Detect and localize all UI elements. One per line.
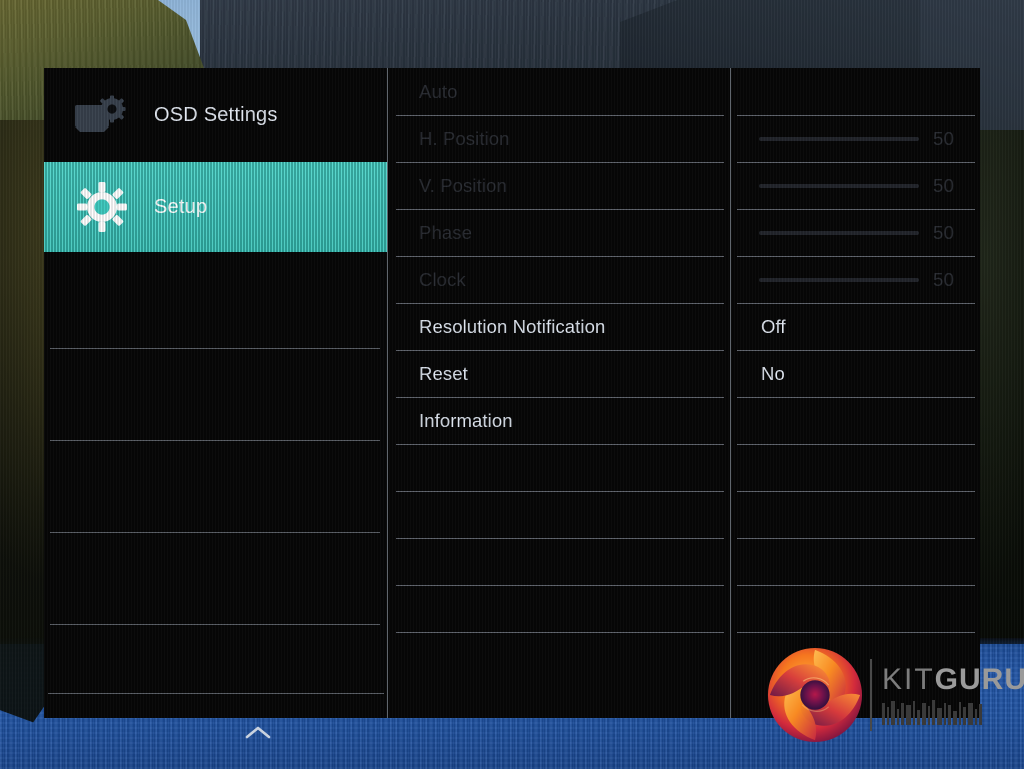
value-text: No xyxy=(761,362,785,384)
value-row-empty xyxy=(731,444,980,491)
gear-icon xyxy=(64,181,140,233)
sidebar-separator xyxy=(50,348,380,349)
kitguru-swirl-logo xyxy=(766,646,864,744)
menu-row: Information xyxy=(388,397,730,444)
slider-track[interactable] xyxy=(759,230,919,235)
menu-item-label[interactable]: Auto xyxy=(419,81,457,103)
slider-track[interactable] xyxy=(759,136,919,141)
menu-item-label[interactable]: Resolution Notification xyxy=(419,316,605,338)
value-row-empty xyxy=(731,491,980,538)
value-row-slider[interactable]: 50 xyxy=(731,209,980,256)
menu-row-empty xyxy=(388,538,730,585)
menu-item-label[interactable]: H. Position xyxy=(419,128,510,150)
column-divider-2 xyxy=(730,68,731,718)
slider-track[interactable] xyxy=(759,277,919,282)
menu-row-empty xyxy=(388,444,730,491)
sidebar-separator xyxy=(50,624,380,625)
chevron-up-icon[interactable] xyxy=(240,720,276,744)
kitguru-wordmark: KIT GURU xyxy=(870,659,1024,731)
barcode-graphic xyxy=(882,699,1024,725)
slider-clock[interactable]: 50 xyxy=(759,269,964,291)
sidebar-item-setup[interactable]: Setup xyxy=(44,162,387,252)
slider-value: 50 xyxy=(933,127,955,149)
value-row-resolution-notification[interactable]: Off xyxy=(731,303,980,350)
menu-row: Resolution Notification xyxy=(388,303,730,350)
osd-sidebar: OSD Settings Setup xyxy=(44,68,387,738)
menu-row-empty xyxy=(388,585,730,632)
menu-row-empty xyxy=(388,632,730,679)
slider-value: 50 xyxy=(933,174,955,196)
slider-phase[interactable]: 50 xyxy=(759,222,964,244)
osd-item-list: Auto H. Position V. Position Phase Clock… xyxy=(388,68,730,718)
monitor-gear-icon xyxy=(64,95,140,135)
value-row-empty xyxy=(731,585,980,632)
slider-value: 50 xyxy=(933,268,955,290)
value-row-empty xyxy=(731,68,980,115)
menu-row: V. Position xyxy=(388,162,730,209)
menu-row: H. Position xyxy=(388,115,730,162)
sidebar-header-label: OSD Settings xyxy=(154,103,278,126)
osd-value-list: 50 50 50 50 Off No xyxy=(731,68,980,718)
sidebar-separator xyxy=(50,440,380,441)
value-text: Off xyxy=(761,315,786,337)
slider-h-position[interactable]: 50 xyxy=(759,128,964,150)
menu-item-label[interactable]: Reset xyxy=(419,363,468,385)
slider-value: 50 xyxy=(933,221,955,243)
value-row-empty xyxy=(731,538,980,585)
menu-item-label[interactable]: V. Position xyxy=(419,175,507,197)
kitguru-watermark: KIT GURU xyxy=(766,640,1024,750)
menu-row: Auto xyxy=(388,68,730,115)
sidebar-separator xyxy=(50,532,380,533)
value-row-slider[interactable]: 50 xyxy=(731,256,980,303)
slider-track[interactable] xyxy=(759,183,919,188)
menu-item-label[interactable]: Clock xyxy=(419,269,466,291)
sidebar-header-osd-settings: OSD Settings xyxy=(44,70,387,160)
menu-row-empty xyxy=(388,491,730,538)
value-row-empty xyxy=(731,397,980,444)
value-row-slider[interactable]: 50 xyxy=(731,162,980,209)
kitguru-guru-text: GURU xyxy=(934,663,1024,696)
menu-row: Reset xyxy=(388,350,730,397)
menu-item-label[interactable]: Information xyxy=(419,410,513,432)
value-row-reset[interactable]: No xyxy=(731,350,980,397)
value-row-slider[interactable]: 50 xyxy=(731,115,980,162)
menu-row: Clock xyxy=(388,256,730,303)
osd-menu-panel: OSD Settings Setup Auto H. Position V. P… xyxy=(44,68,980,738)
sidebar-item-label: Setup xyxy=(154,195,208,218)
sidebar-separator-bottom xyxy=(48,693,384,694)
menu-row: Phase xyxy=(388,209,730,256)
column-divider-1 xyxy=(387,68,388,718)
kitguru-kit-text: KIT xyxy=(882,663,935,696)
menu-item-label[interactable]: Phase xyxy=(419,222,472,244)
slider-v-position[interactable]: 50 xyxy=(759,175,964,197)
